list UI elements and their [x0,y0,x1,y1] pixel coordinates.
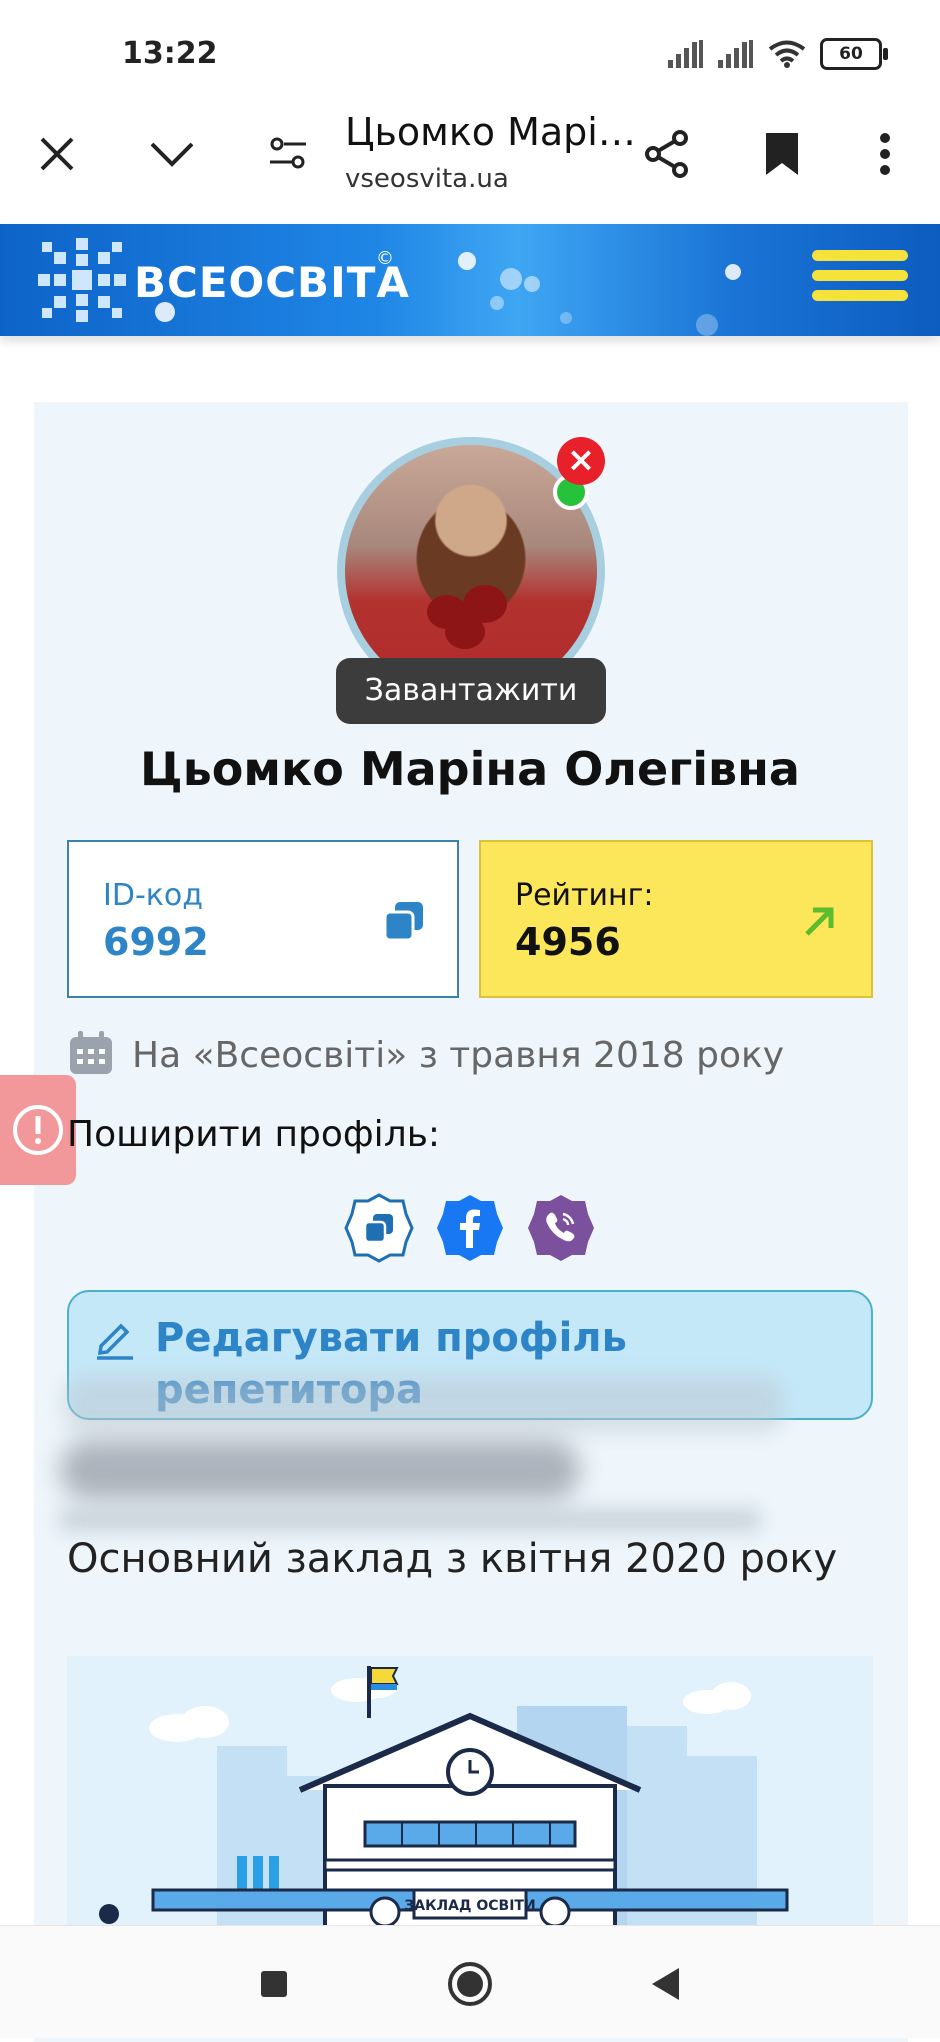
alert-icon [13,1105,63,1155]
logo-text[interactable]: ВСЕОСВІТА [134,258,410,307]
main-institution-heading: Основний заклад з квітня 2020 року [67,1536,838,1582]
facebook-icon[interactable] [434,1192,506,1264]
site-settings-icon[interactable] [258,124,318,184]
id-label: ID-код [103,878,203,913]
site-header: ВСЕОСВІТА © [0,224,940,336]
menu-icon[interactable] [812,250,908,312]
share-label: Поширити профіль: [67,1114,441,1155]
decor-dot [560,312,572,324]
logo-snowflake-icon[interactable] [34,234,130,326]
wifi-icon [768,40,806,68]
edit-profile-label-line1: Редагувати профіль [155,1315,627,1361]
more-icon[interactable] [855,124,915,184]
rating-label: Рейтинг: [515,878,654,913]
pencil-icon [97,1323,133,1360]
blurred-content [60,1440,580,1500]
decor-dot [458,252,476,270]
system-nav-bar [0,1925,940,2038]
report-tab[interactable] [0,1075,76,1185]
viber-icon[interactable] [525,1192,597,1264]
school-illustration: ЗАКЛАД ОСВІТИ [67,1656,873,1926]
decor-dot [524,276,540,292]
arrow-up-right-icon[interactable] [803,904,837,938]
page-title[interactable]: Цьомко Марі… [345,110,636,154]
recent-apps-icon[interactable] [244,1954,304,2014]
id-value: 6992 [103,920,209,964]
decor-dot [490,296,504,310]
calendar-icon [70,1031,112,1074]
chevron-down-icon[interactable] [142,124,202,184]
rating-box[interactable]: Рейтинг: 4956 [479,840,873,998]
close-icon[interactable] [27,124,87,184]
home-icon[interactable] [440,1954,500,2014]
page-domain[interactable]: vseosvita.ua [345,164,509,194]
upload-button[interactable]: Завантажити [336,658,606,724]
blurred-content [60,1508,760,1532]
school-sign-text: ЗАКЛАД ОСВІТИ [404,1898,535,1914]
logo-copyright: © [376,248,394,269]
decor-dot [725,264,741,280]
copy-icon[interactable] [383,900,425,942]
back-icon[interactable] [636,1954,696,2014]
profile-name: Цьомко Маріна Олегівна [140,742,800,796]
remove-photo-icon[interactable]: × [557,437,605,485]
member-since: На «Всеосвіті» з травня 2018 року [132,1035,785,1076]
rating-value: 4956 [515,920,621,964]
signal-icon [718,40,753,68]
status-bar: 13:22 60 [0,0,940,100]
blurred-content [64,1376,784,1432]
battery-icon: 60 [820,38,888,70]
status-icons: 60 [668,38,888,70]
decor-dot [155,302,175,322]
bookmark-icon[interactable] [752,124,812,184]
status-time: 13:22 [122,36,218,71]
signal-icon [668,40,703,68]
decor-dot [696,314,718,336]
id-code-box: ID-код 6992 [67,840,459,998]
copy-link-icon[interactable] [343,1192,415,1264]
share-icon[interactable] [637,124,697,184]
decor-dot [500,268,522,290]
